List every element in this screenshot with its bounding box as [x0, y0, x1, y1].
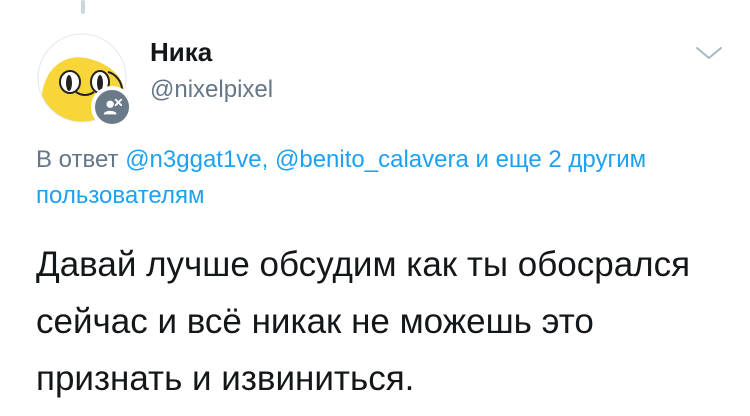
- muted-badge: [91, 86, 133, 128]
- reply-context: В ответ @n3ggat1ve, @benito_calavera и е…: [36, 142, 726, 214]
- tweet-text: Давай лучше обсудим как ты обосрался сей…: [36, 245, 691, 398]
- mention-link-benito-calavera[interactable]: @benito_calavera: [275, 146, 469, 173]
- mention-link-n3ggat1ve[interactable]: @n3ggat1ve: [125, 146, 261, 173]
- thread-connector-line: [81, 0, 85, 14]
- reply-prefix: В ответ: [36, 146, 126, 173]
- username[interactable]: @nixelpixel: [150, 75, 273, 105]
- tweet-menu-button[interactable]: [694, 42, 724, 64]
- muted-user-icon: [103, 98, 123, 115]
- chevron-down-icon: [696, 47, 722, 59]
- display-name[interactable]: Ника: [150, 36, 212, 68]
- tweet-card: Ника @nixelpixel В ответ @n3ggat1ve, @be…: [0, 0, 750, 416]
- mention-separator: ,: [261, 146, 275, 173]
